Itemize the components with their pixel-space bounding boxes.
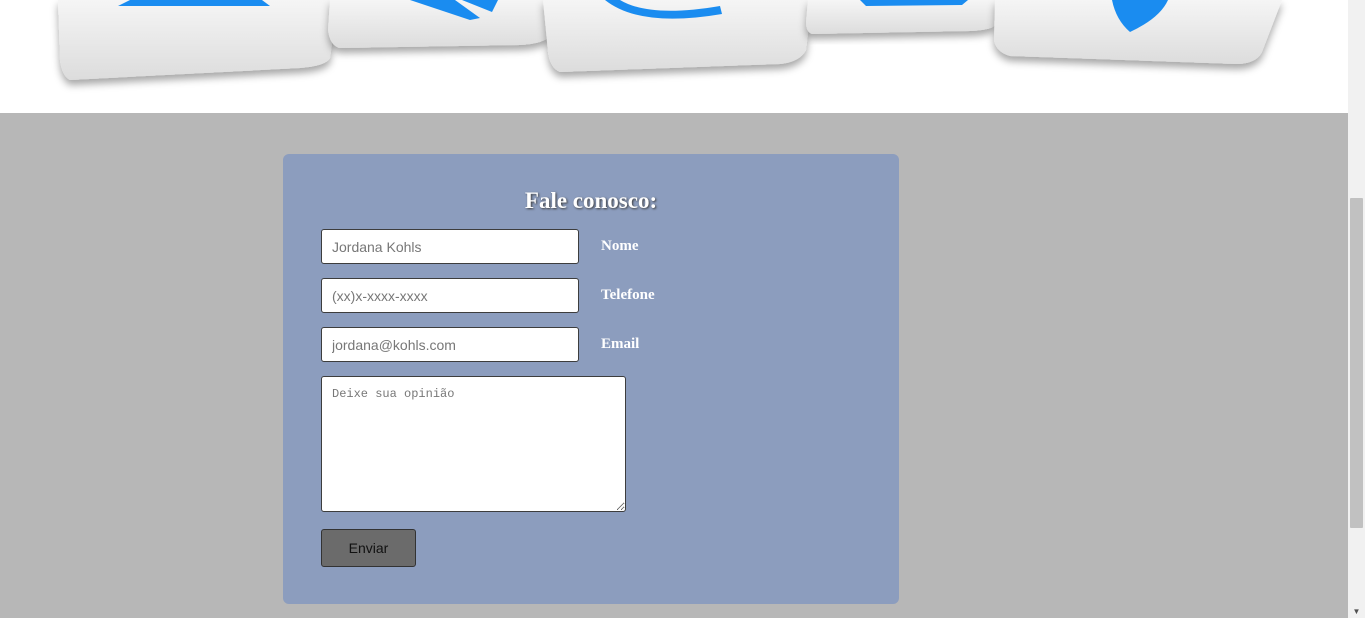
submit-button[interactable]: Enviar <box>321 529 416 567</box>
opinion-textarea[interactable] <box>321 376 626 512</box>
phone-label: Telefone <box>601 287 655 303</box>
scroll-down-arrow-icon[interactable]: ▼ <box>1348 606 1365 618</box>
contact-icons-illustration <box>58 0 1282 80</box>
location-pin-icon <box>994 0 1282 64</box>
form-title: Fale conosco: <box>524 188 658 213</box>
vertical-scrollbar[interactable]: ▼ <box>1348 0 1365 618</box>
contact-form: Fale conosco: Nome Telefone Email Enviar <box>283 154 899 604</box>
scrollbar-thumb[interactable] <box>1350 198 1363 528</box>
chat-icon <box>806 0 1000 34</box>
name-label: Nome <box>601 238 639 254</box>
email-icon <box>58 0 338 80</box>
contact-hero-banner <box>0 0 1348 113</box>
phone-input[interactable] <box>321 278 579 313</box>
phone-icon <box>328 0 555 48</box>
contact-section: Fale conosco: Nome Telefone Email Enviar <box>0 113 1348 618</box>
email-input[interactable] <box>321 327 579 362</box>
email-label: Email <box>601 336 640 352</box>
page: Fale conosco: Nome Telefone Email Enviar… <box>0 0 1365 618</box>
name-input[interactable] <box>321 229 579 264</box>
at-sign-icon <box>543 0 812 72</box>
